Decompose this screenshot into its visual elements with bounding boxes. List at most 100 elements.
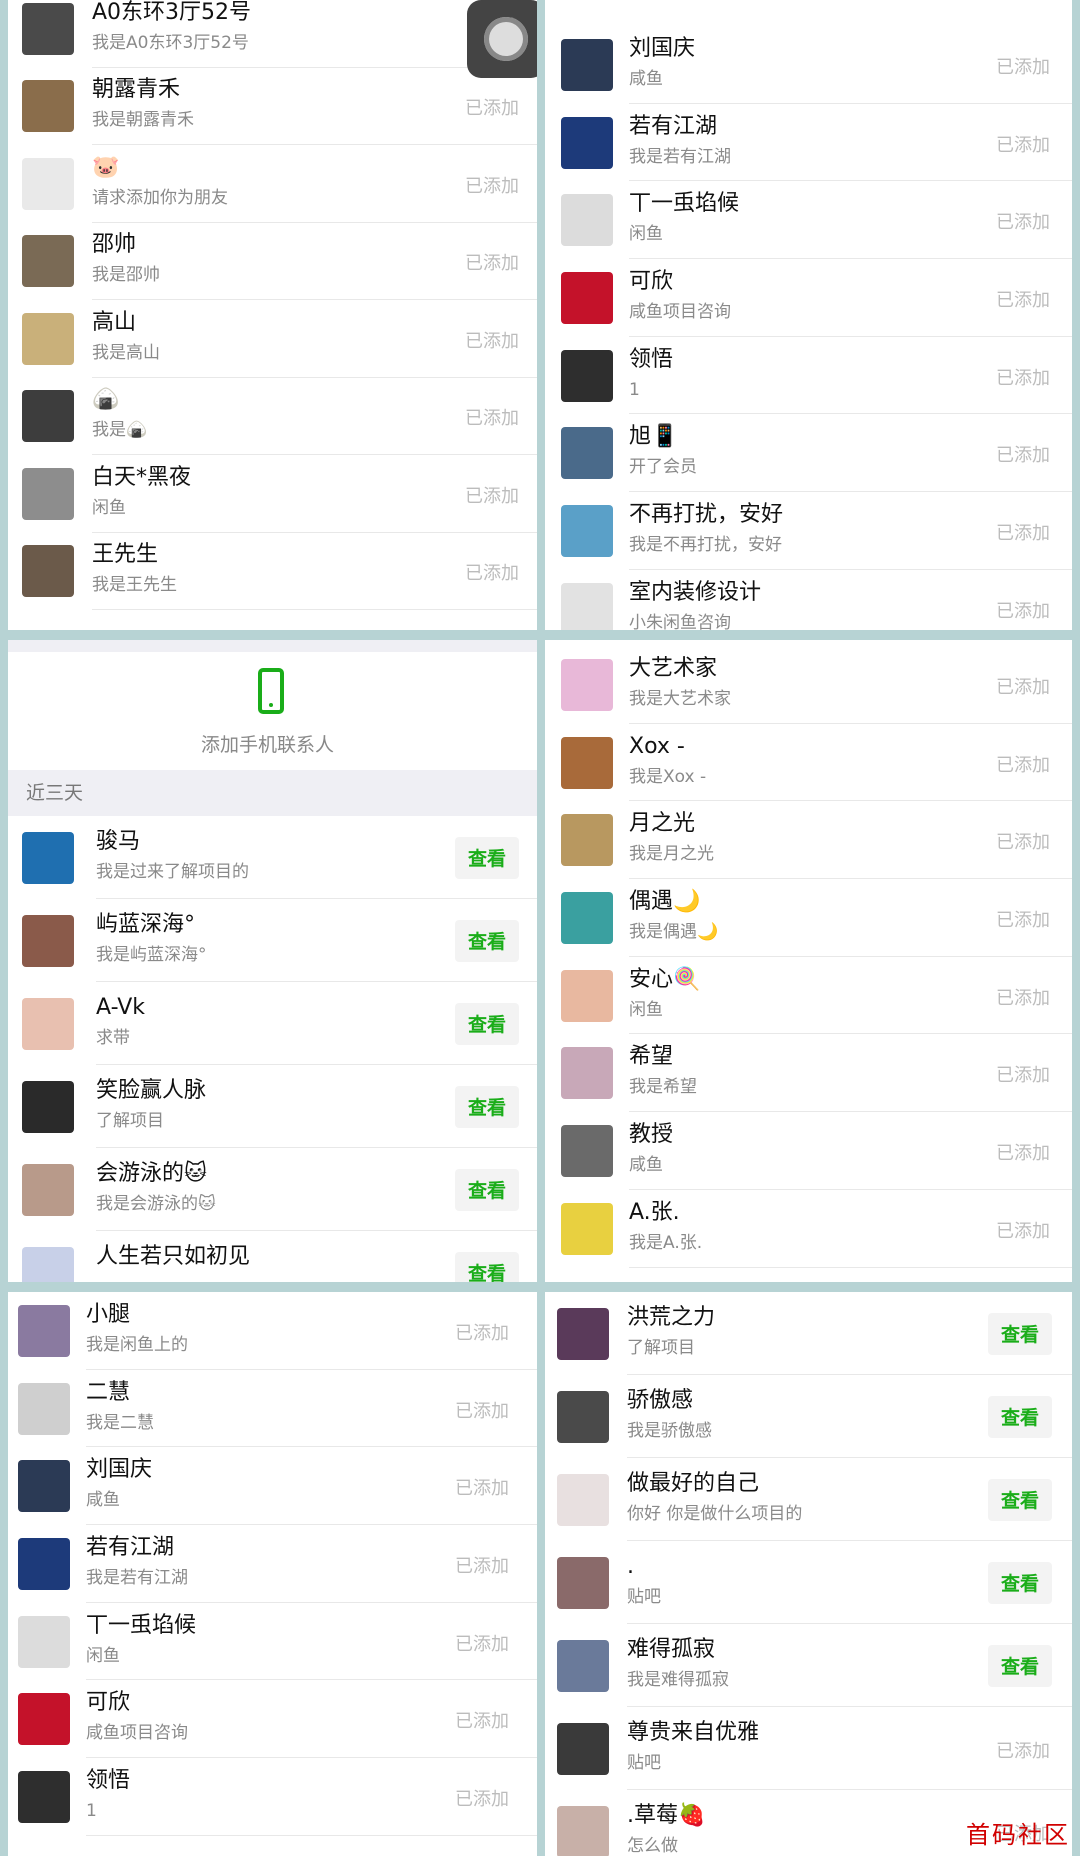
view-button[interactable]: 查看 <box>988 1644 1052 1687</box>
avatar[interactable] <box>561 736 613 789</box>
avatar[interactable] <box>557 1473 609 1526</box>
view-button[interactable]: 查看 <box>455 1002 519 1045</box>
list-item[interactable]: 不再打扰，安好 我是不再打扰，安好 已添加 <box>545 492 1072 570</box>
avatar[interactable] <box>561 969 613 1022</box>
list-item[interactable]: 高山 我是高山 已添加 <box>8 300 537 378</box>
list-item[interactable]: 难得孤寂 我是难得孤寂 查看 <box>545 1624 1072 1707</box>
list-item[interactable]: 教授 咸鱼 已添加 <box>545 1112 1072 1190</box>
list-item[interactable]: A-Vk 求带 查看 <box>8 982 537 1065</box>
list-item[interactable]: 二慧 我是二慧 已添加 <box>8 1369 537 1448</box>
list-item[interactable]: 会游泳的🐱 我是会游泳的🐱 查看 <box>8 1148 537 1231</box>
avatar[interactable] <box>22 1080 74 1133</box>
assistive-touch-button[interactable] <box>467 0 537 78</box>
list-item[interactable]: 月之光 我是月之光 已添加 <box>545 801 1072 880</box>
list-item[interactable]: 室内装修设计 小朱闲鱼咨询 已添加 <box>545 569 1072 630</box>
avatar[interactable] <box>557 1556 609 1609</box>
avatar[interactable] <box>18 1460 70 1513</box>
avatar[interactable] <box>561 658 613 711</box>
avatar[interactable] <box>22 467 74 520</box>
avatar[interactable] <box>561 505 613 558</box>
list-item[interactable]: A0东环3厅52号 我是A0东环3厅52号 <box>8 0 537 68</box>
view-button[interactable]: 查看 <box>988 1395 1052 1438</box>
avatar[interactable] <box>22 997 74 1050</box>
avatar[interactable] <box>561 1125 613 1178</box>
list-item[interactable]: 领悟 1 已添加 <box>8 1758 537 1836</box>
list-item[interactable]: 偶遇🌙 我是偶遇🌙 已添加 <box>545 879 1072 957</box>
list-item[interactable]: 旭📱 开了会员 已添加 <box>545 414 1072 493</box>
list-item[interactable]: A.张. 我是A.张. 已添加 <box>545 1189 1072 1268</box>
avatar[interactable] <box>557 1639 609 1692</box>
list-item[interactable]: 白天*黑夜 闲鱼 已添加 <box>8 455 537 533</box>
list-item[interactable]: 若有江湖 我是若有江湖 已添加 <box>8 1525 537 1603</box>
avatar[interactable] <box>22 1163 74 1216</box>
list-item[interactable]: 丅一䖝埳候 闲鱼 已添加 <box>8 1602 537 1681</box>
avatar[interactable] <box>561 271 613 324</box>
list-item[interactable]: 笑脸赢人脉 了解项目 查看 <box>8 1065 537 1148</box>
list-item[interactable]: 可欣 咸鱼项目咨询 已添加 <box>8 1680 537 1759</box>
avatar[interactable] <box>561 1047 613 1100</box>
avatar[interactable] <box>561 194 613 247</box>
list-item[interactable]: 丅一䖝埳候 闲鱼 已添加 <box>545 181 1072 260</box>
avatar[interactable] <box>22 2 74 55</box>
avatar[interactable] <box>22 235 74 288</box>
avatar[interactable] <box>561 582 613 630</box>
avatar[interactable] <box>22 545 74 598</box>
list-item[interactable]: 可欣 咸鱼项目咨询 已添加 <box>545 259 1072 337</box>
list-item[interactable]: 骄傲感 我是骄傲感 查看 <box>545 1375 1072 1458</box>
view-button[interactable]: 查看 <box>455 1168 519 1211</box>
view-button[interactable]: 查看 <box>988 1478 1052 1521</box>
view-button[interactable]: 查看 <box>455 1251 519 1282</box>
view-button[interactable]: 查看 <box>455 1085 519 1128</box>
avatar[interactable] <box>22 312 74 365</box>
list-item[interactable]: 骏马 我是过来了解项目的 查看 <box>8 816 537 899</box>
avatar[interactable] <box>561 349 613 402</box>
avatar[interactable] <box>557 1390 609 1443</box>
view-button[interactable]: 查看 <box>988 1312 1052 1355</box>
list-item[interactable]: 做最好的自己 你好 你是做什么项目的 查看 <box>545 1458 1072 1541</box>
list-item[interactable]: 尊贵来自优雅 贴吧 已添加 <box>545 1707 1072 1790</box>
avatar[interactable] <box>22 914 74 967</box>
list-item[interactable]: 🍙 我是🍙 已添加 <box>8 377 537 455</box>
list-item[interactable]: 刘国庆 咸鱼 已添加 <box>8 1447 537 1526</box>
avatar[interactable] <box>561 116 613 169</box>
list-item[interactable]: 希望 我是希望 已添加 <box>545 1034 1072 1113</box>
avatar[interactable] <box>561 814 613 867</box>
avatar[interactable] <box>18 1615 70 1668</box>
list-item[interactable]: Xox - 我是Xox - 已添加 <box>545 723 1072 802</box>
add-phone-contacts[interactable]: 添加手机联系人 <box>8 652 537 770</box>
avatar[interactable] <box>22 80 74 133</box>
avatar[interactable] <box>18 1693 70 1746</box>
avatar[interactable] <box>561 38 613 91</box>
avatar[interactable] <box>18 1537 70 1590</box>
list-item[interactable]: . 贴吧 查看 <box>545 1541 1072 1624</box>
avatar[interactable] <box>22 390 74 443</box>
list-item[interactable]: 王先生 我是王先生 已添加 <box>8 532 537 610</box>
avatar[interactable] <box>561 427 613 480</box>
avatar[interactable] <box>557 1805 609 1856</box>
list-item[interactable]: 刘国庆 咸鱼 已添加 <box>545 26 1072 104</box>
view-button[interactable]: 查看 <box>455 836 519 879</box>
avatar[interactable] <box>561 1202 613 1255</box>
list-item[interactable]: 小腿 我是闲鱼上的 已添加 <box>8 1292 537 1370</box>
avatar[interactable] <box>22 831 74 884</box>
list-item[interactable]: 安心🍭 闲鱼 已添加 <box>545 956 1072 1035</box>
avatar[interactable] <box>22 1246 74 1282</box>
list-item[interactable]: 洪荒之力 了解项目 查看 <box>545 1292 1072 1375</box>
list-item[interactable]: 朝露青禾 我是朝露青禾 已添加 <box>8 67 537 145</box>
list-item[interactable]: 若有江湖 我是若有江湖 已添加 <box>545 103 1072 182</box>
list-item[interactable]: 🐷 请求添加你为朋友 已添加 <box>8 145 537 223</box>
avatar[interactable] <box>561 891 613 944</box>
avatar[interactable] <box>557 1307 609 1360</box>
list-item[interactable]: 领悟 1 已添加 <box>545 336 1072 415</box>
list-item[interactable]: 屿蓝深海° 我是屿蓝深海° 查看 <box>8 899 537 982</box>
view-button[interactable]: 查看 <box>455 919 519 962</box>
list-item[interactable]: 大艺术家 我是大艺术家 已添加 <box>545 646 1072 724</box>
avatar[interactable] <box>18 1771 70 1824</box>
list-item[interactable]: 人生若只如初见 查看 <box>8 1231 537 1282</box>
avatar[interactable] <box>18 1382 70 1435</box>
list-item[interactable]: 邵帅 我是邵帅 已添加 <box>8 222 537 300</box>
avatar[interactable] <box>18 1304 70 1357</box>
avatar[interactable] <box>557 1722 609 1775</box>
avatar[interactable] <box>22 157 74 210</box>
view-button[interactable]: 查看 <box>988 1561 1052 1604</box>
